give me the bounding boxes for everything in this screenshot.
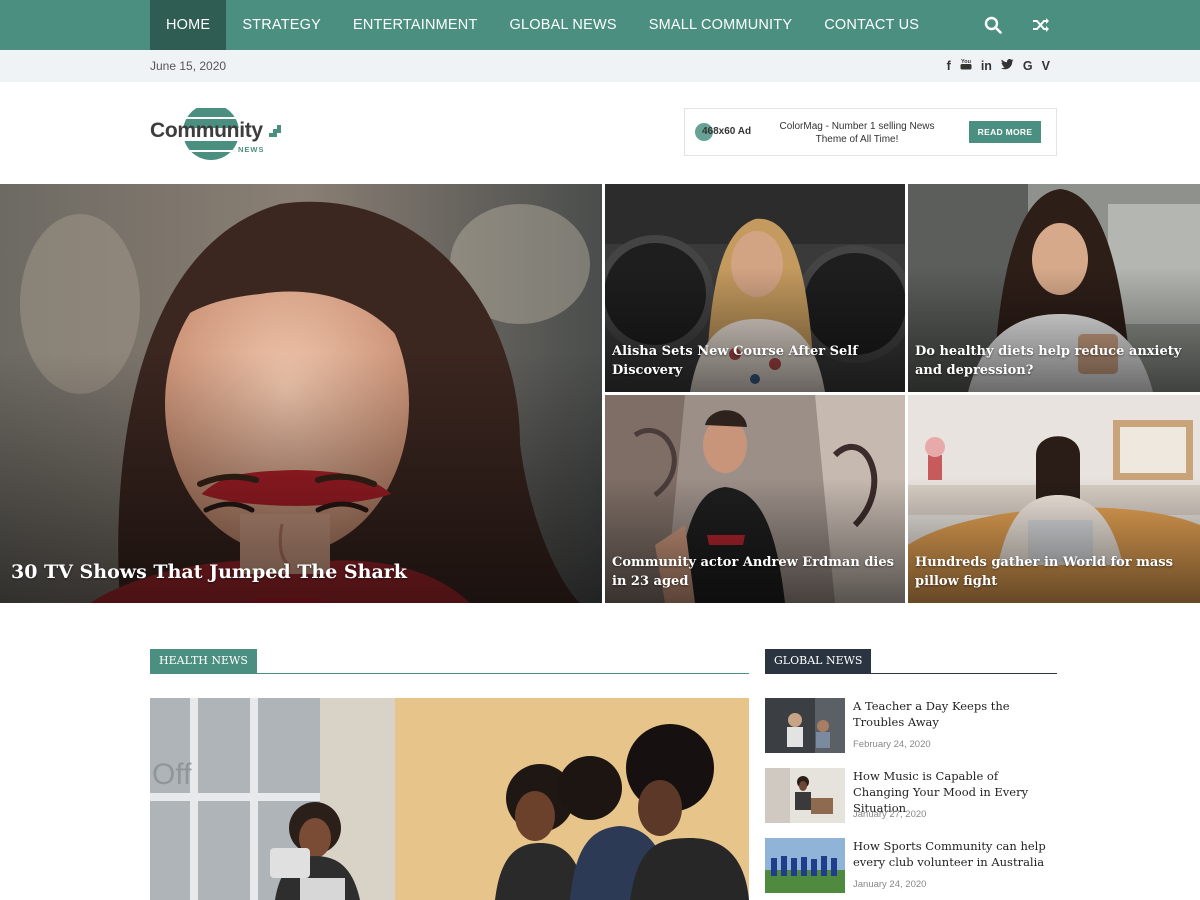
nav-item-strategy[interactable]: STRATEGY — [226, 0, 337, 50]
nav-item-small-community[interactable]: SMALL COMMUNITY — [633, 0, 808, 50]
nav-item-entertainment[interactable]: ENTERTAINMENT — [337, 0, 494, 50]
linkedin-icon[interactable]: in — [981, 50, 992, 82]
list-item-thumbnail[interactable] — [765, 768, 845, 823]
health-news-heading[interactable]: HEALTH NEWS — [150, 649, 257, 673]
shuffle-icon[interactable] — [1032, 17, 1050, 33]
post-title-4[interactable]: Hundreds gather in World for mass pillow… — [915, 553, 1192, 591]
vimeo-icon[interactable]: V — [1042, 50, 1050, 82]
nav-menu: HOME STRATEGY ENTERTAINMENT GLOBAL NEWS … — [150, 0, 935, 50]
nav-item-global-news[interactable]: GLOBAL NEWS — [494, 0, 633, 50]
list-item-thumbnail[interactable] — [765, 698, 845, 753]
logo-dots-icon — [269, 125, 281, 137]
nav-tools — [984, 0, 1050, 50]
featured-post-3[interactable]: Community actor Andrew Erdman dies in 23… — [605, 395, 905, 603]
list-item-title[interactable]: A Teacher a Day Keeps the Troubles Away — [853, 698, 1053, 730]
list-item[interactable]: How Sports Community can help every club… — [765, 838, 1057, 900]
facebook-icon[interactable]: f — [947, 50, 951, 82]
nav-item-contact-us[interactable]: CONTACT US — [808, 0, 935, 50]
advertisement-banner[interactable]: 468x60 Ad ColorMag - Number 1 selling Ne… — [684, 108, 1057, 156]
list-item[interactable]: How Music is Capable of Changing Your Mo… — [765, 768, 1057, 830]
global-news-divider — [765, 673, 1057, 674]
svg-text:You: You — [961, 59, 971, 65]
current-date: June 15, 2020 — [150, 59, 227, 73]
list-item-title[interactable]: How Sports Community can help every club… — [853, 838, 1053, 870]
featured-post-title[interactable]: 30 TV Shows That Jumped The Shark — [11, 559, 594, 585]
twitter-icon[interactable] — [1000, 50, 1014, 82]
list-item-thumbnail[interactable] — [765, 838, 845, 893]
social-links: f You in G V — [947, 50, 1050, 82]
ad-read-more-button[interactable]: READ MORE — [969, 121, 1041, 143]
featured-post-1[interactable]: Alisha Sets New Course After Self Discov… — [605, 184, 905, 392]
logo-text: Community — [150, 119, 263, 142]
site-header: Community NEWS 468x60 Ad ColorMag - Numb… — [0, 82, 1200, 184]
health-news-featured-image[interactable]: Off — [150, 698, 749, 900]
ad-text: ColorMag - Number 1 selling News Theme o… — [779, 121, 935, 145]
google-icon[interactable]: G — [1023, 50, 1033, 82]
featured-posts-grid: 30 TV Shows That Jumped The Shark Alisha… — [0, 184, 1200, 604]
featured-post-main[interactable]: 30 TV Shows That Jumped The Shark — [0, 184, 602, 603]
post-title-2[interactable]: Do healthy diets help reduce anxiety and… — [915, 342, 1192, 380]
list-item-date: January 27, 2020 — [853, 809, 927, 820]
health-image: Off — [150, 698, 749, 900]
main-navigation: HOME STRATEGY ENTERTAINMENT GLOBAL NEWS … — [0, 0, 1200, 50]
search-icon[interactable] — [984, 16, 1002, 34]
list-item[interactable]: A Teacher a Day Keeps the Troubles Away … — [765, 698, 1057, 760]
health-news-divider — [150, 673, 749, 674]
list-item-date: February 24, 2020 — [853, 739, 931, 750]
nav-item-home[interactable]: HOME — [150, 0, 227, 50]
youtube-icon[interactable]: You — [960, 50, 972, 82]
svg-text:Off: Off — [152, 758, 192, 791]
site-logo[interactable]: Community NEWS — [150, 102, 290, 162]
featured-post-2[interactable]: Do healthy diets help reduce anxiety and… — [908, 184, 1200, 392]
list-item-date: January 24, 2020 — [853, 879, 927, 890]
post-title-1[interactable]: Alisha Sets New Course After Self Discov… — [612, 342, 897, 380]
logo-subtitle: NEWS — [238, 145, 265, 154]
global-news-heading[interactable]: GLOBAL NEWS — [765, 649, 872, 673]
post-title-3[interactable]: Community actor Andrew Erdman dies in 23… — [612, 553, 897, 591]
top-bar: June 15, 2020 f You in G V — [0, 50, 1200, 82]
ad-size-label: 468x60 Ad — [702, 126, 752, 137]
featured-post-4[interactable]: Hundreds gather in World for mass pillow… — [908, 395, 1200, 603]
